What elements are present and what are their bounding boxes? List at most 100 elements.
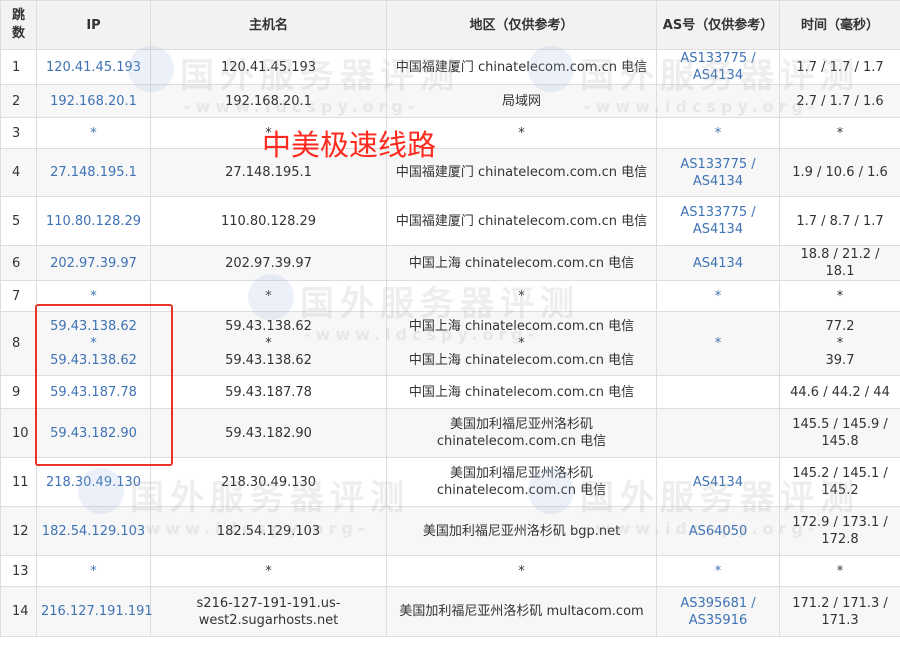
row-ip-line[interactable]: 110.80.128.29 — [41, 213, 146, 230]
row-as-line[interactable]: AS35916 — [661, 612, 775, 629]
row-region: 中国上海 chinatelecom.com.cn 电信 — [386, 245, 657, 281]
row-ip-line: * — [90, 288, 97, 304]
row-as-line[interactable]: AS133775 / — [661, 204, 775, 221]
row-as[interactable]: AS4134 — [656, 245, 780, 281]
row-as-line[interactable]: AS4134 — [661, 173, 775, 190]
row-time: 1.9 / 10.6 / 1.6 — [779, 148, 900, 197]
row-as[interactable] — [656, 84, 780, 118]
row-hostname: 59.43.182.90 — [150, 408, 387, 458]
row-time: 18.8 / 21.2 / 18.1 — [779, 245, 900, 281]
row-region: 美国加利福尼亚州洛杉矶 chinatelecom.com.cn 电信 — [386, 408, 657, 458]
row-hop: 10 — [0, 408, 37, 458]
row-ip-line[interactable]: 120.41.45.193 — [41, 59, 146, 76]
row-ip[interactable]: 202.97.39.97 — [36, 245, 151, 281]
row-time-line: 145.2 / 145.1 / — [792, 466, 888, 481]
row-ip[interactable]: 182.54.129.103 — [36, 506, 151, 556]
row-as-line[interactable]: AS4134 — [661, 474, 775, 491]
row-as-line: * — [714, 288, 722, 304]
row-as-line: * — [714, 125, 722, 141]
row-ip-line[interactable]: 27.148.195.1 — [41, 164, 146, 181]
row-hostname: * — [150, 280, 387, 312]
row-as-line[interactable]: AS4134 — [661, 67, 775, 84]
row-as-line[interactable]: AS395681 / — [661, 595, 775, 612]
row-as[interactable]: AS4134 — [656, 457, 780, 507]
row-ip-line[interactable]: 216.127.191.191 — [41, 603, 153, 620]
row-region-line: chinatelecom.com.cn 电信 — [436, 434, 607, 449]
row-hop: 9 — [0, 375, 37, 409]
row-time: 77.2 * 39.7 — [779, 311, 900, 376]
row-ip[interactable]: 120.41.45.193 — [36, 49, 151, 85]
row-hostname: 59.43.187.78 — [150, 375, 387, 409]
row-hop: 12 — [0, 506, 37, 556]
row-hostname-line: 120.41.45.193 — [220, 59, 317, 75]
row-as-line[interactable]: AS133775 / — [661, 50, 775, 67]
row-region-line: * — [518, 563, 525, 579]
row-ip[interactable]: 192.168.20.1 — [36, 84, 151, 118]
row-hostname: 120.41.45.193 — [150, 49, 387, 85]
row-time: 145.2 / 145.1 / 145.2 — [779, 457, 900, 507]
table-row: 1 120.41.45.193 120.41.45.193 中国福建厦门 chinat… — [0, 49, 900, 85]
row-as[interactable] — [656, 375, 780, 409]
row-time-line: * — [836, 288, 844, 304]
row-region-line: chinatelecom.com.cn 电信 — [436, 483, 607, 498]
header-as: AS号（仅供参考） — [656, 0, 780, 50]
row-as-line[interactable]: AS64050 — [661, 523, 775, 540]
row-hop: 6 — [0, 245, 37, 281]
row-region-line: 中国福建厦门 chinatelecom.com.cn 电信 — [395, 59, 648, 75]
row-region-line: * — [518, 336, 525, 351]
row-time-line: 145.5 / 145.9 / — [792, 417, 888, 432]
row-region-line: 美国加利福尼亚州洛杉矶 — [449, 417, 593, 432]
row-region-line: 美国加利福尼亚州洛杉矶 multacom.com — [399, 604, 644, 619]
row-time: 145.5 / 145.9 / 145.8 — [779, 408, 900, 458]
row-time: * — [779, 555, 900, 587]
row-hostname: 192.168.20.1 — [150, 84, 387, 118]
row-hop: 5 — [0, 196, 37, 246]
row-ip[interactable]: 110.80.128.29 — [36, 196, 151, 246]
row-hostname: 110.80.128.29 — [150, 196, 387, 246]
table-row: 6 202.97.39.97 202.97.39.97 中国上海 chinatelec… — [0, 245, 900, 281]
row-hostname-line: * — [265, 336, 272, 351]
row-as[interactable]: AS133775 /AS4134 — [656, 196, 780, 246]
row-as-line[interactable]: AS4134 — [661, 255, 775, 272]
row-time-line: 1.7 / 8.7 / 1.7 — [796, 213, 884, 229]
row-hostname: 218.30.49.130 — [150, 457, 387, 507]
row-hostname-line: 110.80.128.29 — [220, 213, 317, 229]
row-hostname-line: 59.43.138.62 — [225, 319, 312, 334]
row-hop: 11 — [0, 457, 37, 507]
row-as[interactable]: * — [656, 555, 780, 587]
table-row: 14 216.127.191.191 s216-127-191-191.us-wes… — [0, 586, 900, 637]
row-as-line[interactable]: AS133775 / — [661, 156, 775, 173]
row-ip[interactable]: * — [36, 117, 151, 149]
row-as[interactable]: AS133775 /AS4134 — [656, 148, 780, 197]
row-ip[interactable]: 27.148.195.1 — [36, 148, 151, 197]
row-time-line: 2.7 / 1.7 / 1.6 — [796, 93, 884, 109]
row-time: 1.7 / 8.7 / 1.7 — [779, 196, 900, 246]
row-region: 中国福建厦门 chinatelecom.com.cn 电信 — [386, 49, 657, 85]
row-ip-line[interactable]: 202.97.39.97 — [41, 255, 146, 272]
row-ip[interactable]: * — [36, 555, 151, 587]
row-as[interactable]: AS133775 /AS4134 — [656, 49, 780, 85]
row-ip-line[interactable]: 182.54.129.103 — [41, 523, 146, 540]
row-hostname-line: * — [265, 563, 272, 579]
row-as[interactable]: AS64050 — [656, 506, 780, 556]
row-as[interactable]: * — [656, 117, 780, 149]
row-hop: 3 — [0, 117, 37, 149]
row-region-line: 中国上海 chinatelecom.com.cn 电信 — [408, 384, 635, 400]
row-time: 44.6 / 44.2 / 44 — [779, 375, 900, 409]
row-as[interactable]: AS395681 /AS35916 — [656, 586, 780, 637]
route-annotation: 中美极速线路 — [262, 128, 437, 162]
row-as[interactable]: * — [656, 280, 780, 312]
row-as[interactable]: * — [656, 311, 780, 376]
row-as[interactable] — [656, 408, 780, 458]
row-time: 1.7 / 1.7 / 1.7 — [779, 49, 900, 85]
row-hostname: 59.43.138.62 * 59.43.138.62 — [150, 311, 387, 376]
row-ip-line[interactable]: 192.168.20.1 — [41, 93, 146, 110]
row-ip-line[interactable]: 218.30.49.130 — [41, 474, 146, 491]
row-hostname: 202.97.39.97 — [150, 245, 387, 281]
highlight-box — [35, 304, 173, 466]
row-ip[interactable]: 216.127.191.191 — [36, 586, 153, 637]
row-hostname-line: 27.148.195.1 — [225, 165, 312, 180]
row-as-line[interactable]: AS4134 — [661, 221, 775, 238]
row-time-line: * — [836, 336, 844, 351]
row-hop: 2 — [0, 84, 37, 118]
